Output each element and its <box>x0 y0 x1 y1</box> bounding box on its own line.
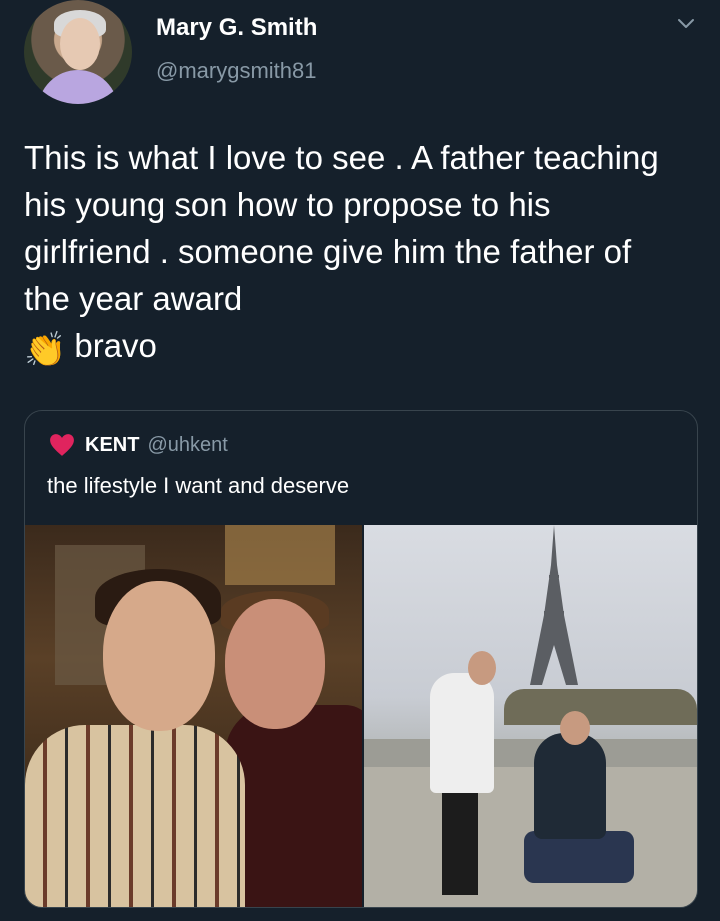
clapping-hands-icon: 👏 <box>24 331 67 369</box>
chevron-down-icon[interactable] <box>676 14 696 34</box>
tweet-author-handle[interactable]: @marygsmith81 <box>156 58 317 84</box>
eiffel-tower-shape <box>530 525 578 685</box>
tweet-text-end: bravo <box>74 327 157 364</box>
quoted-author-handle[interactable]: @uhkent <box>147 434 227 457</box>
tweet-author-name[interactable]: Mary G. Smith <box>156 14 317 42</box>
quoted-tweet[interactable]: KENT @uhkent the lifestyle I want and de… <box>24 410 698 908</box>
tweet-author-avatar[interactable] <box>24 0 132 104</box>
quoted-tweet-text: the lifestyle I want and deserve <box>47 473 350 498</box>
tweet-text: This is what I love to see . A father te… <box>24 134 684 374</box>
quoted-author-name[interactable]: KENT <box>85 434 139 457</box>
quoted-tweet-header: KENT @uhkent <box>49 429 228 461</box>
quoted-photo-restaurant[interactable] <box>25 525 362 907</box>
tweet-text-main: This is what I love to see . A father te… <box>24 139 659 317</box>
heart-icon <box>50 434 74 456</box>
quoted-photo-proposal[interactable] <box>364 525 697 907</box>
